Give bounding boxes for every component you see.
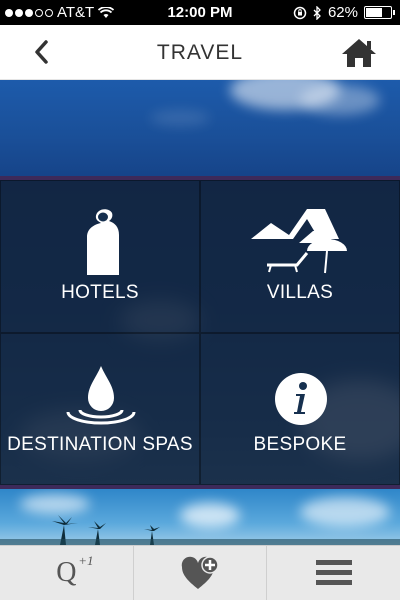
bottom-tab-bar: Q +1 <box>0 545 400 600</box>
q-superscript: +1 <box>78 553 94 568</box>
tile-destination-spas[interactable]: DESTINATION SPAS <box>0 333 200 485</box>
status-bar: AT&T 12:00 PM 62% <box>0 0 400 25</box>
tile-label: VILLAS <box>266 282 334 303</box>
water-drop-icon <box>66 366 136 425</box>
nav-bar: TRAVEL <box>0 25 400 80</box>
info-icon <box>275 373 327 425</box>
tile-bespoke[interactable]: BESPOKE <box>200 333 400 485</box>
category-grid: HOTELS VILLAS DESTINATION SPAS BESPOKE <box>0 180 400 485</box>
tile-villas[interactable]: VILLAS <box>200 180 400 333</box>
tile-label: HOTELS <box>61 282 139 303</box>
rotation-lock-icon <box>293 6 307 19</box>
battery-icon <box>364 6 395 19</box>
palm-trees-image <box>0 515 400 545</box>
tab-favorites[interactable] <box>132 546 267 600</box>
tile-label: BESPOKE <box>253 434 347 455</box>
tile-hotels[interactable]: HOTELS <box>0 180 200 333</box>
footer-sky-image <box>0 489 400 545</box>
q-plus-one-icon: Q +1 <box>56 553 93 589</box>
door-hanger-icon <box>87 209 119 275</box>
tab-menu[interactable] <box>266 546 400 600</box>
battery-percent: 62% <box>327 4 358 21</box>
q-letter: Q <box>56 557 77 588</box>
home-icon[interactable] <box>340 37 378 69</box>
bluetooth-icon <box>313 5 321 20</box>
heart-plus-icon <box>181 556 219 589</box>
header-sky-image <box>0 80 400 176</box>
menu-icon <box>315 560 352 585</box>
villa-umbrella-icon <box>251 209 347 274</box>
tile-label: DESTINATION SPAS <box>7 434 193 455</box>
tab-q-plus-one[interactable]: Q +1 <box>0 546 133 600</box>
status-right: 62% <box>293 4 395 21</box>
